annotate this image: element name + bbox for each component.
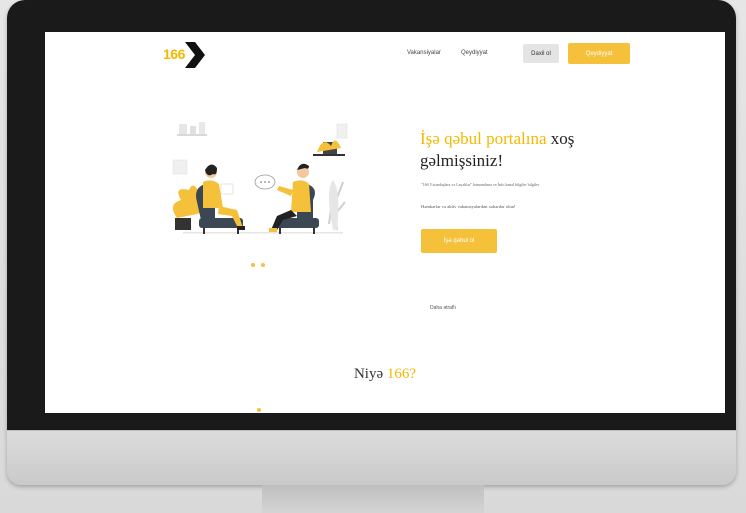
nav-vacancies[interactable]: Vakansiyalar: [407, 50, 441, 56]
hero-title: İşə qəbul portalına xoş gəlmişsiniz!: [420, 128, 640, 172]
screen: 166 Vakansiyalar Qeydiyyat Daxil ol Qeyd…: [45, 32, 725, 413]
login-button[interactable]: Daxil ol: [523, 44, 559, 63]
nav-register[interactable]: Qeydiyyat: [461, 50, 488, 56]
section-title: Niyə 166?: [45, 366, 725, 383]
section-title-accent: 166?: [386, 366, 417, 382]
carousel-dots[interactable]: [251, 254, 271, 272]
logo[interactable]: 166: [163, 42, 213, 68]
hero-title-rest: xoş: [546, 129, 575, 148]
hero-cta-button[interactable]: İşə qəbul ol: [421, 229, 497, 253]
hero-title-line2: gəlmişsiniz!: [420, 151, 504, 170]
carousel-dot[interactable]: [261, 263, 265, 267]
section-title-prefix: Niyə: [353, 366, 387, 382]
carousel-dot[interactable]: [251, 263, 255, 267]
hero-subtitle: "166 Vətəndaşlara və Layəhlər" hamamlıma…: [421, 182, 540, 187]
logo-chevron-icon: [185, 42, 205, 68]
decorative-dot: [257, 408, 261, 412]
hero-title-accent: İşə qəbul portalına: [420, 129, 547, 148]
hero-subtitle-2: Həmkarlar və aktiv vakansiyalardan xəbər…: [421, 204, 516, 209]
interview-illustration: [172, 122, 348, 234]
monitor-frame: 166 Vakansiyalar Qeydiyyat Daxil ol Qeyd…: [7, 0, 736, 485]
monitor-chin: [7, 430, 736, 485]
monitor-stand: [262, 485, 484, 513]
logo-text: 166: [163, 46, 185, 62]
register-button[interactable]: Qeydiyyat: [568, 43, 630, 64]
more-info-link[interactable]: Daha ətraflı: [430, 305, 456, 311]
